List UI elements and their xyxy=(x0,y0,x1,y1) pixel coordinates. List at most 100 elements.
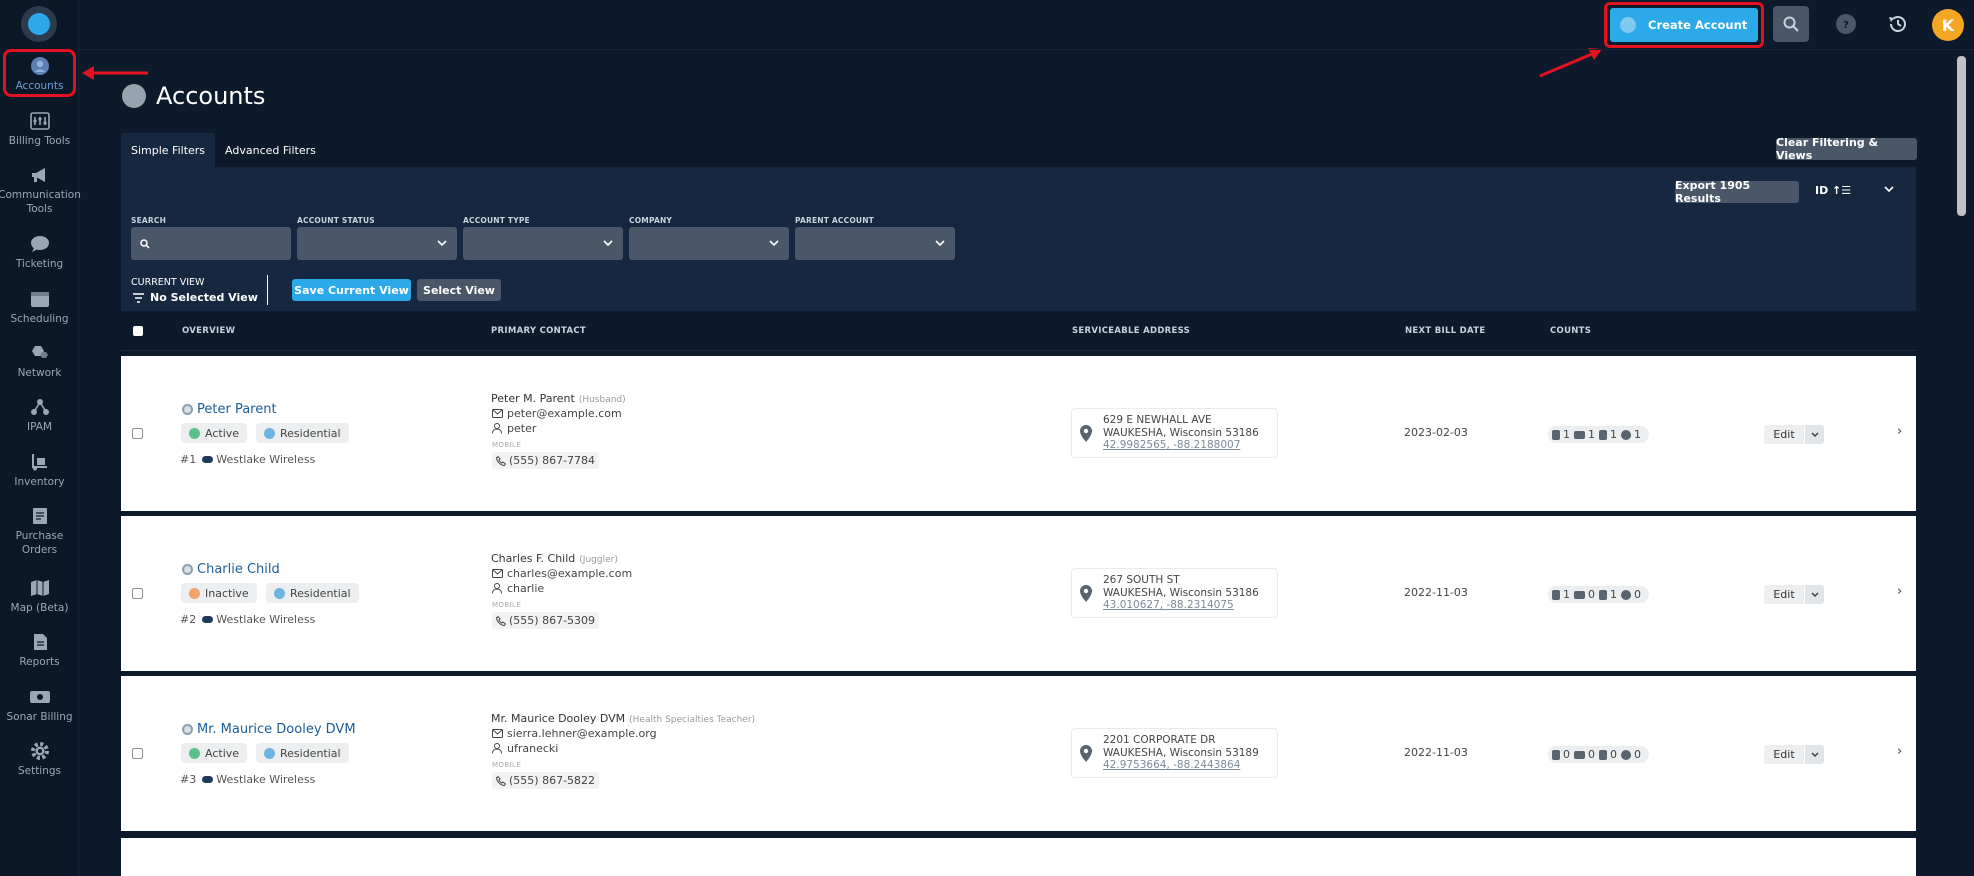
page-title: Accounts xyxy=(122,82,265,110)
edit-button[interactable]: Edit xyxy=(1764,425,1804,444)
edit-button[interactable]: Edit xyxy=(1764,585,1804,604)
row-checkbox[interactable] xyxy=(132,428,143,439)
contact-email[interactable]: sierra.lehner@example.org xyxy=(492,727,657,740)
account-name-link[interactable]: Peter Parent xyxy=(182,402,277,417)
mobile-label: MOBILE xyxy=(492,601,522,609)
help-icon[interactable]: ? xyxy=(1836,14,1856,34)
map-pin-icon xyxy=(1080,745,1092,762)
envelope-icon xyxy=(492,409,504,418)
chat-bubble-icon xyxy=(29,234,51,254)
purchase-order-icon xyxy=(29,506,51,526)
sidebar-item-settings[interactable]: Settings xyxy=(0,741,79,778)
sidebar-item-map[interactable]: Map (Beta) xyxy=(0,578,79,615)
sidebar-item-reports[interactable]: Reports xyxy=(0,632,79,669)
accounts-icon xyxy=(122,84,146,108)
contact-email[interactable]: charles@example.com xyxy=(492,567,632,580)
status-badge: Inactive xyxy=(181,583,257,603)
global-search-button[interactable] xyxy=(1773,6,1809,42)
save-current-view-button[interactable]: Save Current View xyxy=(292,279,411,301)
row-checkbox[interactable] xyxy=(132,748,143,759)
sort-selector[interactable]: ID ↑☰ xyxy=(1815,184,1851,197)
sidebar-item-network[interactable]: Network xyxy=(0,343,79,380)
coordinates-link[interactable]: 42.9753664, -88.2443864 xyxy=(1103,759,1259,772)
contact-email[interactable]: peter@example.com xyxy=(492,407,622,420)
edit-button[interactable]: Edit xyxy=(1764,745,1804,764)
edit-button-group: Edit xyxy=(1764,745,1824,764)
equipment-icon xyxy=(1574,590,1585,599)
chevron-down-icon[interactable] xyxy=(1805,745,1824,764)
select-all-checkbox[interactable] xyxy=(133,326,143,336)
contact-phone[interactable]: (555) 867-5822 xyxy=(492,772,600,789)
parent-account-select[interactable] xyxy=(795,227,955,260)
user-avatar[interactable]: K xyxy=(1932,9,1964,41)
contact-username: charlie xyxy=(492,582,544,595)
contact-username: ufranecki xyxy=(492,742,558,755)
chevron-down-icon[interactable] xyxy=(1805,585,1824,604)
invoice-icon xyxy=(1599,429,1607,440)
account-name-link[interactable]: Charlie Child xyxy=(182,562,280,577)
column-header-primary-contact[interactable]: PRIMARY CONTACT xyxy=(491,326,586,336)
table-row[interactable]: Mr. Maurice Dooley DVM Active Residentia… xyxy=(121,676,1916,831)
svg-text:?: ? xyxy=(1843,20,1849,30)
contact-username: peter xyxy=(492,422,536,435)
sidebar-item-communication-tools[interactable]: Communication Tools xyxy=(0,165,81,216)
column-header-counts[interactable]: COUNTS xyxy=(1550,326,1591,336)
search-input[interactable] xyxy=(131,227,291,260)
company-select[interactable] xyxy=(629,227,789,260)
chevron-down-icon xyxy=(437,240,447,247)
column-header-next-bill-date[interactable]: NEXT BILL DATE xyxy=(1405,326,1485,336)
divider xyxy=(267,275,268,305)
sidebar-item-sonar-billing[interactable]: Sonar Billing xyxy=(0,687,79,724)
sidebar-item-label: Settings xyxy=(17,765,62,777)
coordinates-link[interactable]: 43.010627, -88.2314075 xyxy=(1103,599,1259,612)
serviceable-address[interactable]: 629 E NEWHALL AVE WAUKESHA, Wisconsin 53… xyxy=(1071,408,1278,458)
gear-icon xyxy=(29,741,51,761)
type-dot-icon xyxy=(264,747,275,759)
column-header-serviceable-address[interactable]: SERVICEABLE ADDRESS xyxy=(1072,326,1190,336)
tab-simple-filters[interactable]: Simple Filters xyxy=(121,133,216,167)
export-results-button[interactable]: Export 1905 Results xyxy=(1675,179,1799,205)
history-icon[interactable] xyxy=(1886,12,1910,36)
search-icon xyxy=(1783,16,1799,32)
row-checkbox[interactable] xyxy=(132,588,143,599)
sidebar-item-ticketing[interactable]: Ticketing xyxy=(0,234,79,271)
sidebar-item-label: Sonar Billing xyxy=(6,711,73,723)
sidebar-item-ipam[interactable]: IPAM xyxy=(0,397,79,434)
coordinates-link[interactable]: 42.9982565, -88.2188007 xyxy=(1103,439,1259,452)
edit-button-group: Edit xyxy=(1764,585,1824,604)
mobile-label: MOBILE xyxy=(492,761,522,769)
company-toggle-icon xyxy=(202,616,214,623)
account-status-select[interactable] xyxy=(297,227,457,260)
scrollbar-thumb[interactable] xyxy=(1957,56,1966,216)
status-dot-icon xyxy=(189,427,200,439)
column-header-overview[interactable]: OVERVIEW xyxy=(182,326,235,336)
sidebar-item-billing-tools[interactable]: Billing Tools xyxy=(0,111,79,148)
sidebar-item-purchase-orders[interactable]: Purchase Orders xyxy=(0,506,79,557)
sidebar-item-scheduling[interactable]: Scheduling xyxy=(0,289,79,326)
serviceable-address[interactable]: 2201 CORPORATE DR WAUKESHA, Wisconsin 53… xyxy=(1071,728,1278,778)
select-view-button[interactable]: Select View xyxy=(417,279,501,301)
account-name-link[interactable]: Mr. Maurice Dooley DVM xyxy=(182,722,356,737)
tab-advanced-filters[interactable]: Advanced Filters xyxy=(215,133,326,167)
highlight-box-create-account: Create Account xyxy=(1604,2,1764,48)
contact-phone[interactable]: (555) 867-7784 xyxy=(492,452,600,469)
sonar-logo[interactable] xyxy=(21,6,57,42)
clear-filtering-button[interactable]: Clear Filtering & Views xyxy=(1776,136,1917,162)
sidebar-item-inventory[interactable]: Inventory xyxy=(0,452,79,489)
row-expand-chevron-icon[interactable]: › xyxy=(1897,744,1902,759)
serviceable-address[interactable]: 267 SOUTH ST WAUKESHA, Wisconsin 53186 4… xyxy=(1071,568,1278,618)
chevron-down-icon[interactable] xyxy=(1805,425,1824,444)
phone-icon xyxy=(496,455,506,466)
table-row[interactable]: Charlie Child Inactive Residential #2 We… xyxy=(121,516,1916,671)
contact-name: Mr. Maurice Dooley DVM (Health Specialtie… xyxy=(491,712,756,725)
contact-phone[interactable]: (555) 867-5309 xyxy=(492,612,600,629)
sidebar-item-label: Network xyxy=(17,367,62,379)
account-type-select[interactable] xyxy=(463,227,623,260)
table-row[interactable] xyxy=(121,838,1916,876)
row-expand-chevron-icon[interactable]: › xyxy=(1897,584,1902,599)
row-expand-chevron-icon[interactable]: › xyxy=(1897,424,1902,439)
chevron-down-icon[interactable] xyxy=(1884,185,1894,193)
create-account-button[interactable]: Create Account xyxy=(1610,8,1758,42)
table-row[interactable]: Peter Parent Active Residential #1 Westl… xyxy=(121,356,1916,511)
sidebar-item-accounts[interactable]: Accounts xyxy=(0,56,79,93)
